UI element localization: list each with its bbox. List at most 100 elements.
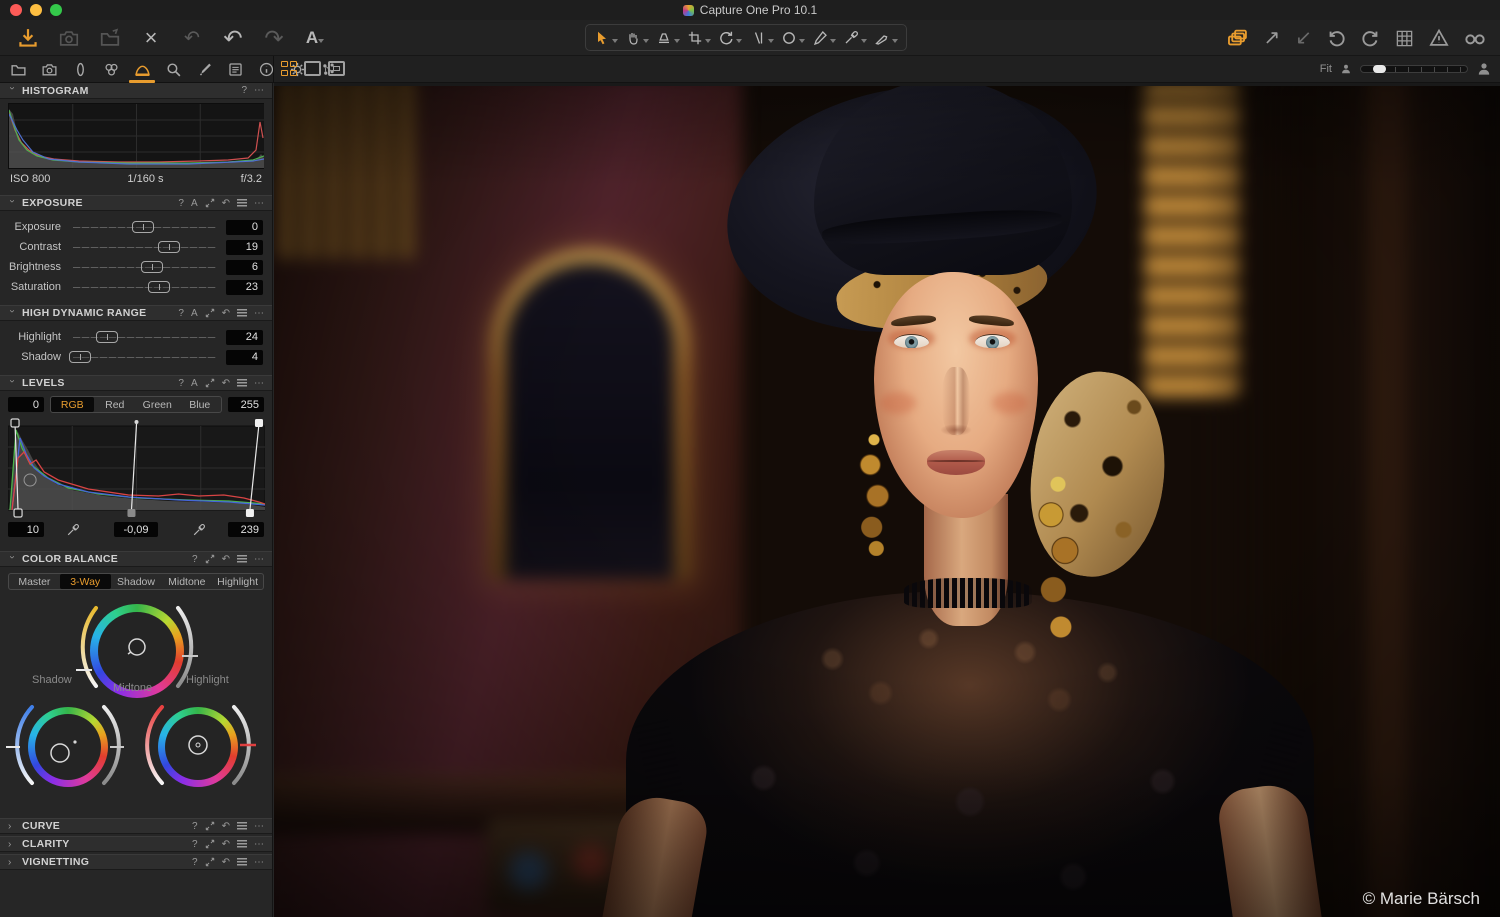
curve-panel-header[interactable]: › CURVE ? ↶ ⋯ [0, 818, 272, 834]
clarity-panel-header[interactable]: › CLARITY ? ↶ ⋯ [0, 836, 272, 852]
channel-green[interactable]: Green [136, 397, 179, 412]
overlay-grid-button[interactable] [1395, 29, 1414, 48]
apply-forward-icon[interactable]: ↗ [1263, 28, 1280, 48]
reset-icon[interactable]: ↶ [222, 308, 230, 319]
levels-shadow-input[interactable]: 0 [8, 397, 44, 412]
expand-chevron-icon[interactable]: › [8, 839, 16, 850]
more-icon[interactable]: ⋯ [254, 857, 264, 868]
hdr-panel-header[interactable]: › HIGH DYNAMIC RANGE ? A ↶ ⋯ [0, 305, 272, 321]
reset-icon[interactable]: ↶ [222, 821, 230, 832]
cb-tab-midtone[interactable]: Midtone [161, 574, 212, 589]
levels-gamma-value[interactable]: -0,09 [114, 522, 158, 537]
crop-tool[interactable] [687, 30, 711, 46]
photo-canvas[interactable]: © Marie Bärsch [274, 86, 1500, 917]
copy-apply-icon[interactable] [205, 857, 215, 867]
more-icon[interactable]: ⋯ [254, 839, 264, 850]
presets-menu-icon[interactable] [237, 555, 247, 563]
black-point-picker-icon[interactable] [66, 523, 80, 537]
zoom-out-person-icon[interactable] [1340, 63, 1352, 75]
expand-chevron-icon[interactable]: › [8, 821, 16, 832]
reset-icon[interactable]: ↶ [222, 839, 230, 850]
contrast-slider[interactable] [73, 240, 216, 254]
presets-menu-icon[interactable] [237, 840, 247, 848]
straighten-tool[interactable] [750, 30, 774, 46]
saturation-slider[interactable] [73, 280, 216, 294]
presets-menu-icon[interactable] [237, 309, 247, 317]
shadow-color-wheel[interactable] [28, 707, 108, 787]
channel-blue[interactable]: Blue [179, 397, 222, 412]
histogram-panel-header[interactable]: › HISTOGRAM ? ⋯ [0, 83, 272, 99]
auto-icon[interactable]: A [191, 378, 198, 389]
slider-handle[interactable] [158, 241, 180, 253]
white-balance-tool[interactable] [874, 30, 898, 46]
highlight-value[interactable]: 24 [226, 330, 263, 345]
export-button[interactable] [96, 24, 124, 52]
levels-highlight-output[interactable]: 239 [228, 522, 264, 537]
more-icon[interactable]: ⋯ [254, 378, 264, 389]
zoom-in-person-icon[interactable] [1476, 61, 1492, 77]
white-point-picker-icon[interactable] [192, 523, 206, 537]
copy-apply-icon[interactable] [205, 308, 215, 318]
levels-highlight-input[interactable]: 255 [228, 397, 264, 412]
proof-glasses-button[interactable] [1464, 27, 1486, 49]
tab-info[interactable] [254, 59, 278, 80]
redo-button[interactable]: ↷ [260, 24, 288, 52]
more-icon[interactable]: ⋯ [254, 198, 264, 209]
pan-tool[interactable] [625, 30, 649, 46]
heal-brush-tool[interactable] [812, 30, 836, 46]
slider-handle[interactable] [132, 221, 154, 233]
image-viewer[interactable]: © Marie Bärsch [274, 83, 1500, 917]
tab-color[interactable] [99, 59, 123, 80]
help-icon[interactable]: ? [192, 857, 198, 868]
select-tool[interactable] [594, 30, 618, 46]
delete-button[interactable]: × [137, 24, 165, 52]
reset-icon[interactable]: ↶ [222, 378, 230, 389]
single-view-button[interactable] [304, 61, 321, 76]
auto-icon[interactable]: A [191, 198, 198, 209]
brightness-value[interactable]: 6 [226, 260, 263, 275]
contrast-value[interactable]: 19 [226, 240, 263, 255]
more-icon[interactable]: ⋯ [254, 85, 264, 96]
rotate-cw-button[interactable] [1361, 29, 1380, 48]
tab-details[interactable] [161, 59, 185, 80]
presets-menu-icon[interactable] [237, 858, 247, 866]
help-icon[interactable]: ? [192, 554, 198, 565]
slider-handle[interactable] [141, 261, 163, 273]
tab-lens[interactable] [68, 59, 92, 80]
close-window-button[interactable] [10, 4, 22, 16]
tab-exposure[interactable] [130, 59, 154, 80]
collapse-chevron-icon[interactable]: › [7, 87, 18, 95]
vignetting-panel-header[interactable]: › VIGNETTING ? ↶ ⋯ [0, 854, 272, 870]
more-icon[interactable]: ⋯ [254, 554, 264, 565]
help-icon[interactable]: ? [178, 198, 184, 209]
tab-metadata[interactable] [223, 59, 247, 80]
tab-adjustments[interactable] [192, 59, 216, 80]
expand-chevron-icon[interactable]: › [8, 857, 16, 868]
shadow-slider[interactable] [73, 350, 216, 364]
capture-button[interactable] [55, 24, 83, 52]
presets-menu-icon[interactable] [237, 822, 247, 830]
spot-removal-tool[interactable] [781, 30, 805, 46]
channel-red[interactable]: Red [94, 397, 137, 412]
undo-button[interactable]: ↶ [219, 24, 247, 52]
cb-tab-master[interactable]: Master [9, 574, 60, 589]
shadow-value[interactable]: 4 [226, 350, 263, 365]
grid-view-button[interactable] [281, 61, 297, 76]
proof-view-button[interactable] [328, 61, 345, 76]
rotate-ccw-button[interactable] [1327, 29, 1346, 48]
auto-adjust-button[interactable]: A [301, 24, 329, 52]
minimize-window-button[interactable] [30, 4, 42, 16]
highlight-color-wheel[interactable] [158, 707, 238, 787]
rotate-tool[interactable] [718, 30, 742, 46]
levels-shadow-output[interactable]: 10 [8, 522, 44, 537]
copy-apply-icon[interactable] [205, 839, 215, 849]
exposure-value[interactable]: 0 [226, 220, 263, 235]
color-balance-panel-header[interactable]: › COLOR BALANCE ? ↶ ⋯ [0, 551, 272, 567]
reset-icon[interactable]: ↶ [222, 554, 230, 565]
more-icon[interactable]: ⋯ [254, 821, 264, 832]
slider-handle[interactable] [96, 331, 118, 343]
collapse-chevron-icon[interactable]: › [7, 309, 18, 317]
auto-icon[interactable]: A [191, 308, 198, 319]
help-icon[interactable]: ? [241, 85, 247, 96]
levels-histogram[interactable] [8, 418, 264, 518]
